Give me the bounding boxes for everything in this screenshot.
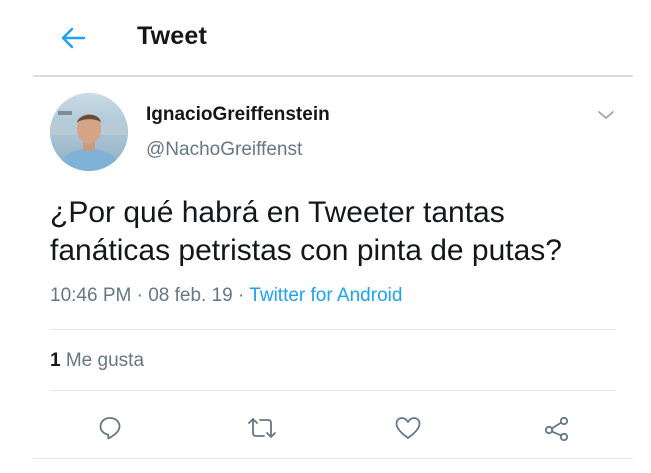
divider — [50, 329, 616, 330]
divider — [50, 390, 616, 391]
page-title: Tweet — [137, 22, 207, 50]
likes-count: 1 — [50, 350, 61, 371]
arrow-left-icon — [61, 27, 86, 49]
profile-photo — [50, 93, 128, 171]
tweet-time: 10:46 PM — [50, 285, 132, 306]
author-name[interactable]: IgnacioGreiffenstein — [146, 104, 330, 126]
author-handle[interactable]: @NachoGreiffenst — [146, 139, 302, 161]
divider — [33, 458, 633, 459]
reply-icon — [99, 417, 121, 440]
tweet-source-link[interactable]: Twitter for Android — [249, 285, 402, 306]
tweet-detail-screen: Tweet IgnacioGreiffenstein @NachoGreiffe… — [0, 0, 651, 473]
chevron-down-icon — [598, 111, 614, 119]
share-icon — [544, 416, 569, 442]
tweet-options-button[interactable] — [596, 107, 616, 123]
tweet-meta: 10:46 PM · 08 feb. 19 · Twitter for Andr… — [50, 285, 402, 307]
header-divider — [33, 75, 633, 77]
top-bar: Tweet — [0, 0, 651, 77]
likes-summary[interactable]: 1 Me gusta — [50, 350, 144, 372]
heart-icon — [395, 417, 421, 439]
tweet-date: 08 feb. 19 — [148, 285, 233, 306]
tweet-text: ¿Por qué habrá en Tweeter tantas fanátic… — [50, 194, 640, 270]
retweet-icon — [248, 418, 276, 438]
reply-button[interactable] — [90, 408, 130, 448]
tweet-text-line: fanáticas petristas con pinta de putas? — [50, 234, 562, 267]
share-button[interactable] — [537, 408, 577, 448]
like-button[interactable] — [388, 408, 428, 448]
tweet-text-line: ¿Por qué habrá en Tweeter tantas — [50, 196, 505, 229]
meta-separator: · — [136, 285, 143, 306]
meta-separator: · — [238, 285, 245, 306]
likes-label: Me gusta — [65, 350, 145, 371]
avatar[interactable] — [50, 93, 128, 171]
retweet-button[interactable] — [242, 408, 282, 448]
back-button[interactable] — [55, 20, 91, 56]
